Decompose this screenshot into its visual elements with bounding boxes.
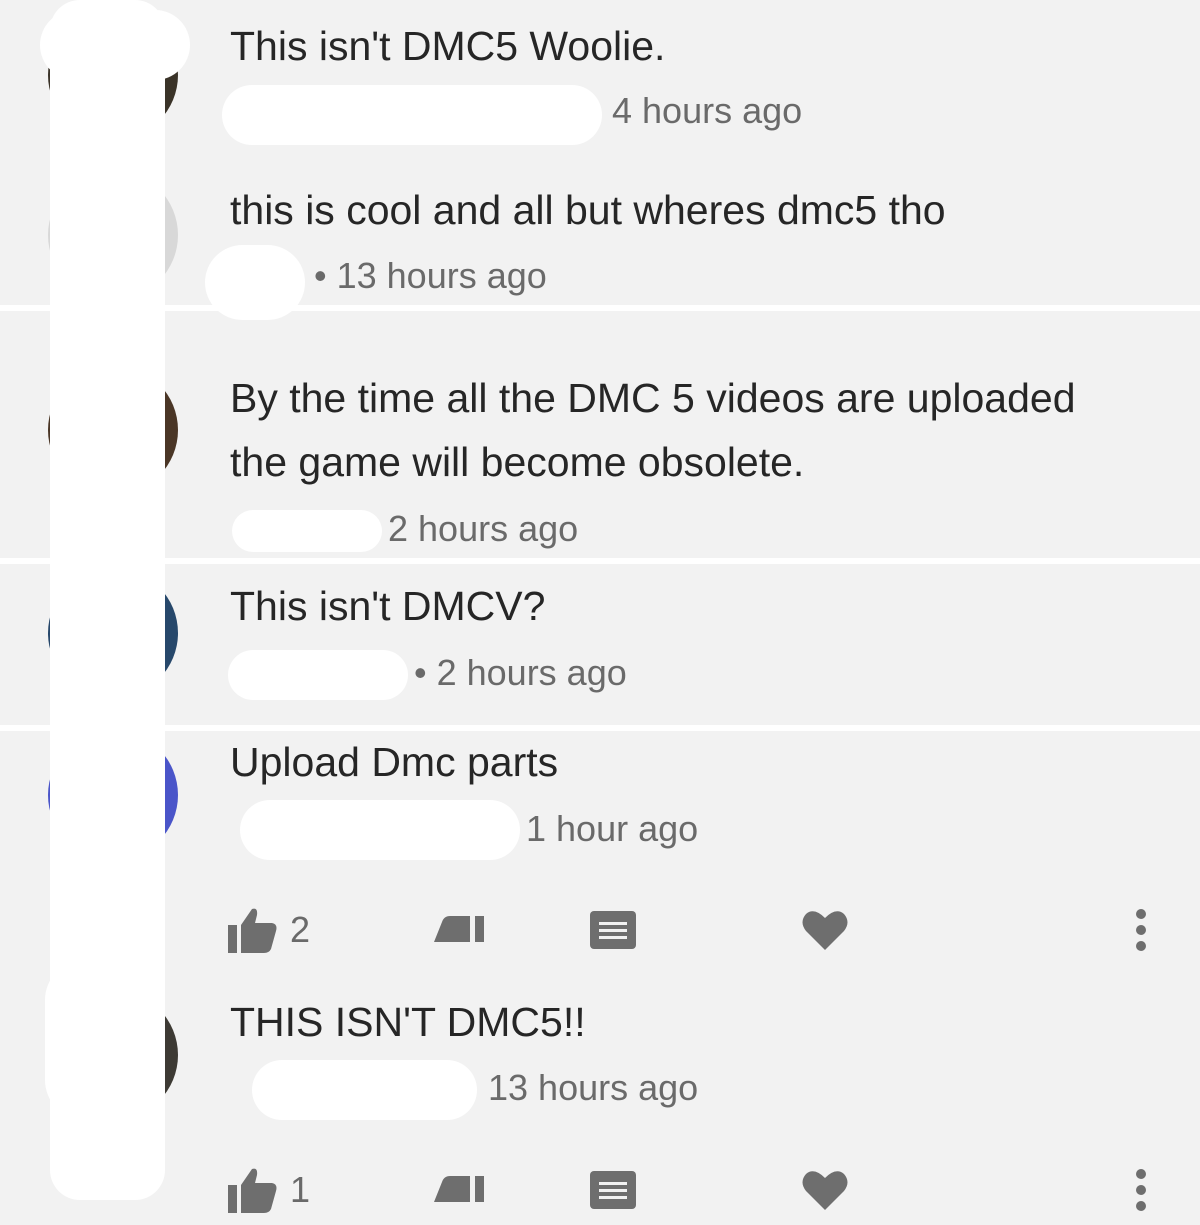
more-icon bbox=[1134, 1168, 1148, 1212]
comment-text-line: the game will become obsolete. bbox=[230, 439, 805, 485]
like-count: 2 bbox=[290, 909, 311, 950]
reply-icon bbox=[590, 911, 636, 949]
thumbs-up-icon bbox=[228, 907, 278, 953]
reply-button[interactable] bbox=[590, 895, 636, 965]
like-button[interactable]: 2 bbox=[228, 895, 310, 965]
author-redaction bbox=[240, 800, 520, 860]
author-redaction bbox=[222, 85, 602, 145]
comment-timestamp: 4 hours ago bbox=[612, 90, 803, 131]
author-redaction bbox=[232, 510, 382, 552]
more-icon bbox=[1134, 908, 1148, 952]
heart-button[interactable] bbox=[802, 1155, 848, 1225]
more-options-button[interactable] bbox=[1134, 1155, 1148, 1225]
dislike-button[interactable] bbox=[434, 895, 484, 965]
redaction-strip bbox=[40, 10, 190, 80]
like-count: 1 bbox=[290, 1169, 311, 1210]
comment-text: this is cool and all but wheres dmc5 tho bbox=[230, 187, 946, 233]
comment-text: This isn't DMC5 Woolie. bbox=[230, 23, 666, 69]
heart-icon bbox=[802, 910, 848, 950]
comment-text: This isn't DMCV? bbox=[230, 583, 546, 629]
redaction-strip bbox=[45, 960, 165, 1120]
comment-timestamp: • 13 hours ago bbox=[314, 255, 547, 296]
author-redaction bbox=[252, 1060, 477, 1120]
thumbs-down-icon bbox=[434, 916, 484, 944]
comment-actions: 2 bbox=[0, 895, 1200, 965]
like-button[interactable]: 1 bbox=[228, 1155, 310, 1225]
comment-timestamp: 2 hours ago bbox=[388, 508, 579, 549]
more-options-button[interactable] bbox=[1134, 895, 1148, 965]
comment-text: THIS ISN'T DMC5!! bbox=[230, 999, 586, 1045]
comment-divider bbox=[0, 725, 1200, 731]
thumbs-up-icon bbox=[228, 1167, 278, 1213]
reply-icon bbox=[590, 1171, 636, 1209]
heart-icon bbox=[802, 1170, 848, 1210]
dislike-button[interactable] bbox=[434, 1155, 484, 1225]
author-redaction bbox=[205, 245, 305, 320]
comment-timestamp: • 2 hours ago bbox=[414, 652, 627, 693]
comment-timestamp: 13 hours ago bbox=[488, 1067, 699, 1108]
comment-divider bbox=[0, 558, 1200, 564]
comment-text-line: By the time all the DMC 5 videos are upl… bbox=[230, 375, 1076, 421]
author-redaction bbox=[228, 650, 408, 700]
reply-button[interactable] bbox=[590, 1155, 636, 1225]
comment-actions: 1 bbox=[0, 1155, 1200, 1225]
comment-timestamp: 1 hour ago bbox=[526, 808, 699, 849]
comment-text: Upload Dmc parts bbox=[230, 739, 559, 785]
comment-divider bbox=[0, 305, 1200, 311]
heart-button[interactable] bbox=[802, 895, 848, 965]
